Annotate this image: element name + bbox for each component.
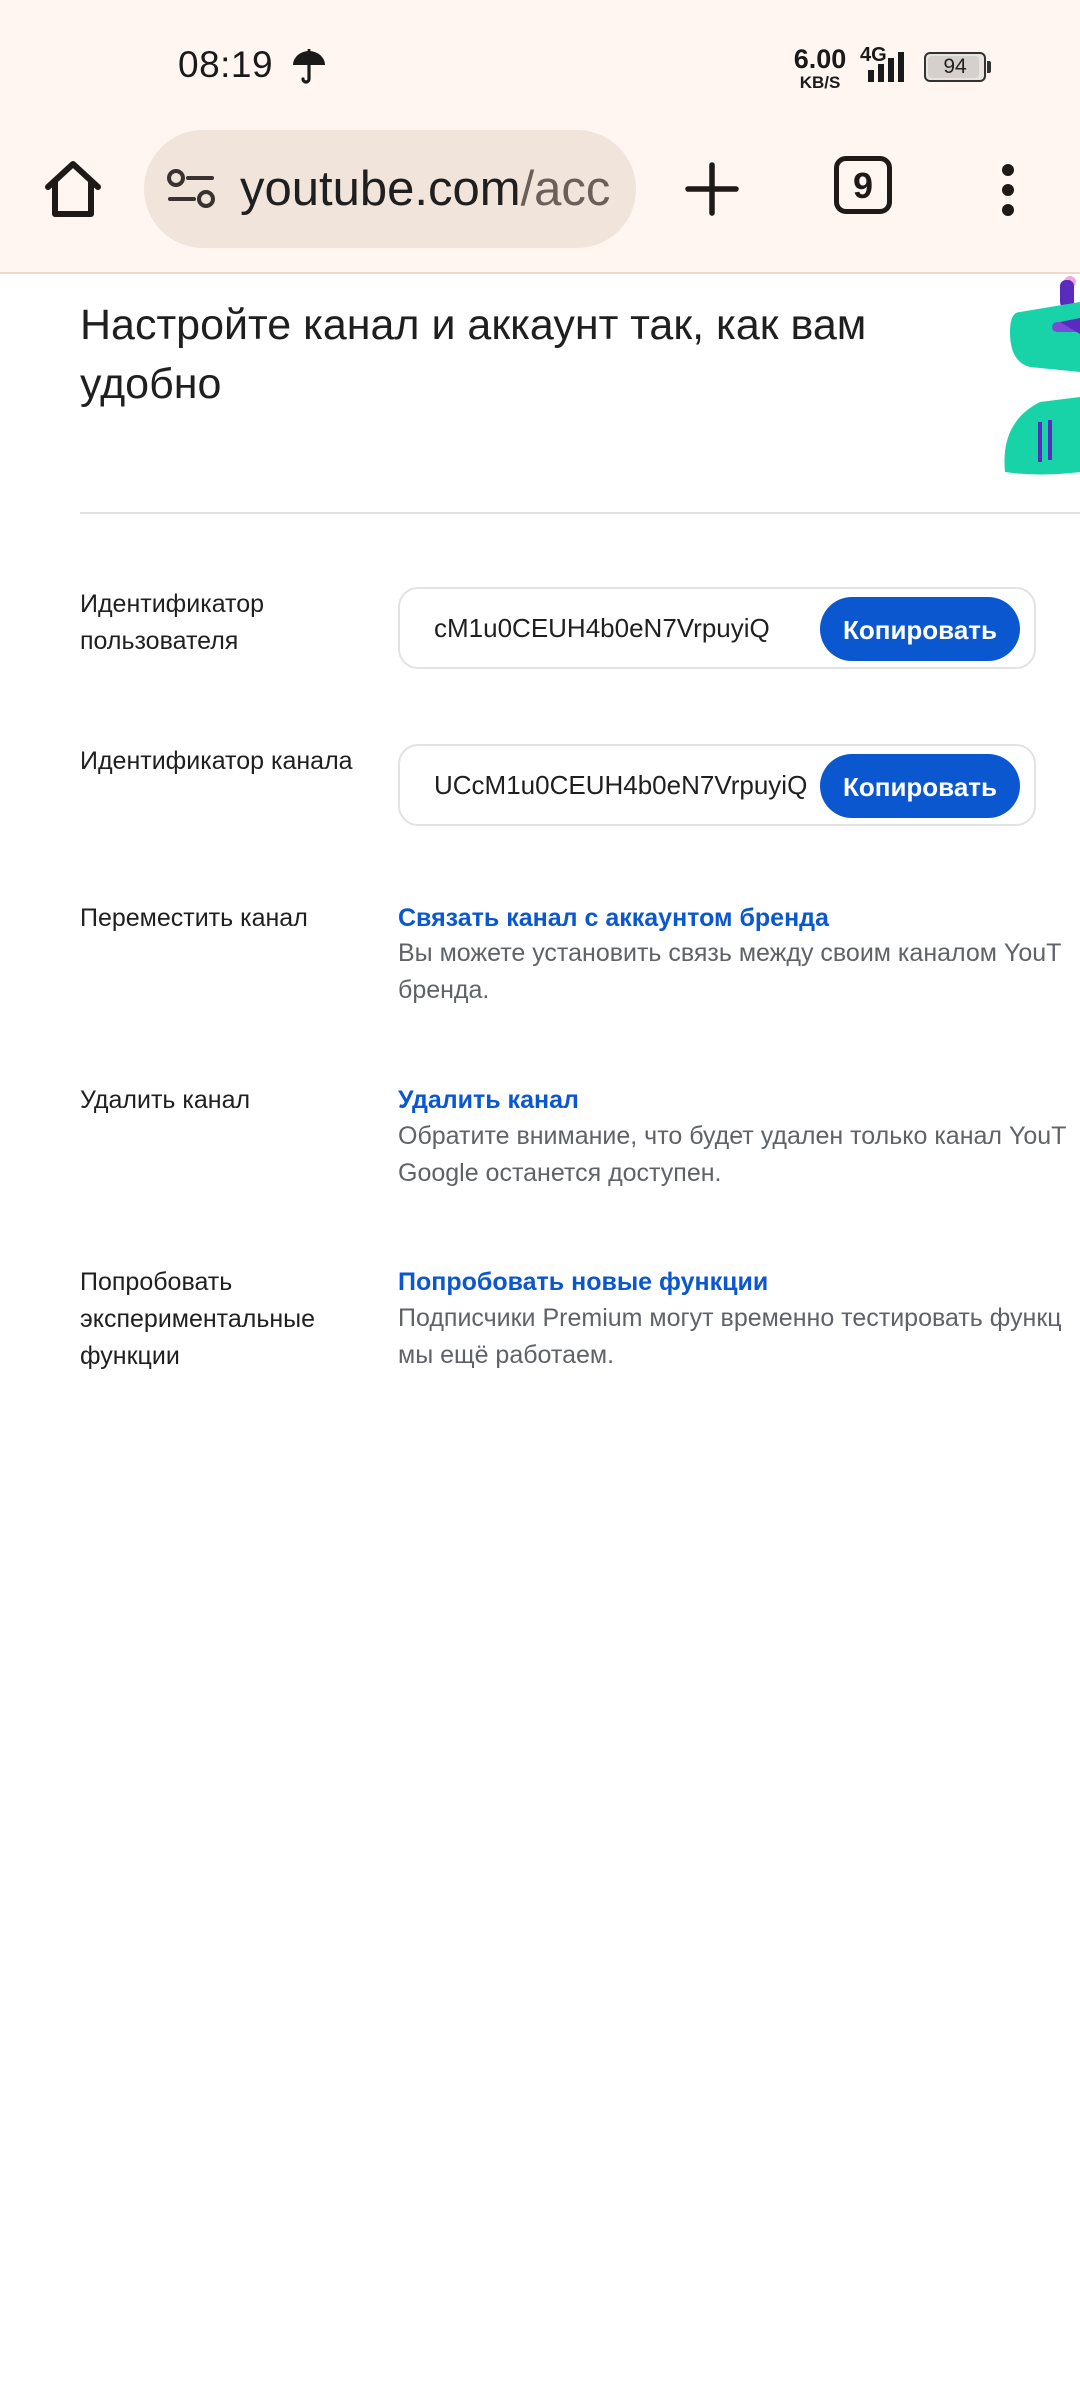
more-menu-icon[interactable] bbox=[984, 160, 1032, 220]
home-icon[interactable] bbox=[38, 154, 108, 224]
move-channel-description: Вы можете установить связь между своим к… bbox=[398, 939, 1062, 1004]
status-bar: 08:19 6.00 KB/S 4G 94 bbox=[0, 0, 1080, 130]
experimental-label: Попробовать экспериментальные функции bbox=[80, 1268, 316, 1370]
link-brand-account-link[interactable]: Связать канал с аккаунтом бренда bbox=[398, 900, 829, 937]
site-settings-icon[interactable] bbox=[166, 168, 216, 210]
user-id-label: Идентификатор пользователя bbox=[80, 590, 265, 655]
url-bar[interactable]: youtube.com/acc bbox=[144, 130, 636, 248]
user-id-field: cM1u0CEUH4b0eN7VrpuyiQ Копировать bbox=[398, 587, 1036, 669]
network-speed: 6.00 KB/S bbox=[790, 44, 850, 92]
status-time: 08:19 bbox=[178, 44, 274, 85]
url-path: /acc bbox=[520, 162, 611, 216]
battery-level: 94 bbox=[943, 55, 967, 78]
battery-icon: 94 bbox=[924, 52, 991, 82]
signal-icon bbox=[868, 52, 904, 82]
channel-id-field: UCcM1u0CEUH4b0eN7VrpuyiQ Копировать bbox=[398, 744, 1036, 826]
new-tab-icon[interactable] bbox=[680, 157, 744, 221]
move-channel-label: Переместить канал bbox=[80, 904, 308, 932]
delete-channel-label: Удалить канал bbox=[80, 1086, 251, 1114]
copy-channel-id-button[interactable]: Копировать bbox=[820, 754, 1020, 818]
delete-channel-description: Обратите внимание, что будет удален толь… bbox=[398, 1122, 1067, 1187]
robot-illustration bbox=[1004, 276, 1080, 475]
tab-switcher-button[interactable]: 9 bbox=[834, 156, 892, 214]
try-new-features-link[interactable]: Попробовать новые функции bbox=[398, 1264, 768, 1301]
browser-toolbar: youtube.com/acc 9 bbox=[0, 130, 1080, 274]
battery-tip bbox=[987, 61, 991, 73]
channel-id-label: Идентификатор канала bbox=[80, 747, 353, 775]
user-id-value[interactable]: cM1u0CEUH4b0eN7VrpuyiQ bbox=[434, 589, 770, 667]
url-host: youtube.com bbox=[240, 162, 521, 216]
url-text[interactable]: youtube.com/acc bbox=[240, 130, 610, 248]
page-title: Настройте канал и аккаунт так, как вам у… bbox=[80, 301, 867, 408]
network-speed-value: 6.00 bbox=[793, 44, 847, 74]
section-divider bbox=[80, 512, 1080, 514]
delete-channel-link[interactable]: Удалить канал bbox=[398, 1082, 579, 1119]
copy-user-id-button[interactable]: Копировать bbox=[820, 597, 1020, 661]
umbrella-icon bbox=[293, 49, 325, 84]
experimental-description: Подписчики Premium могут временно тестир… bbox=[398, 1304, 1062, 1369]
network-speed-unit: KB/S bbox=[799, 73, 841, 92]
channel-id-value[interactable]: UCcM1u0CEUH4b0eN7VrpuyiQ bbox=[434, 746, 807, 824]
